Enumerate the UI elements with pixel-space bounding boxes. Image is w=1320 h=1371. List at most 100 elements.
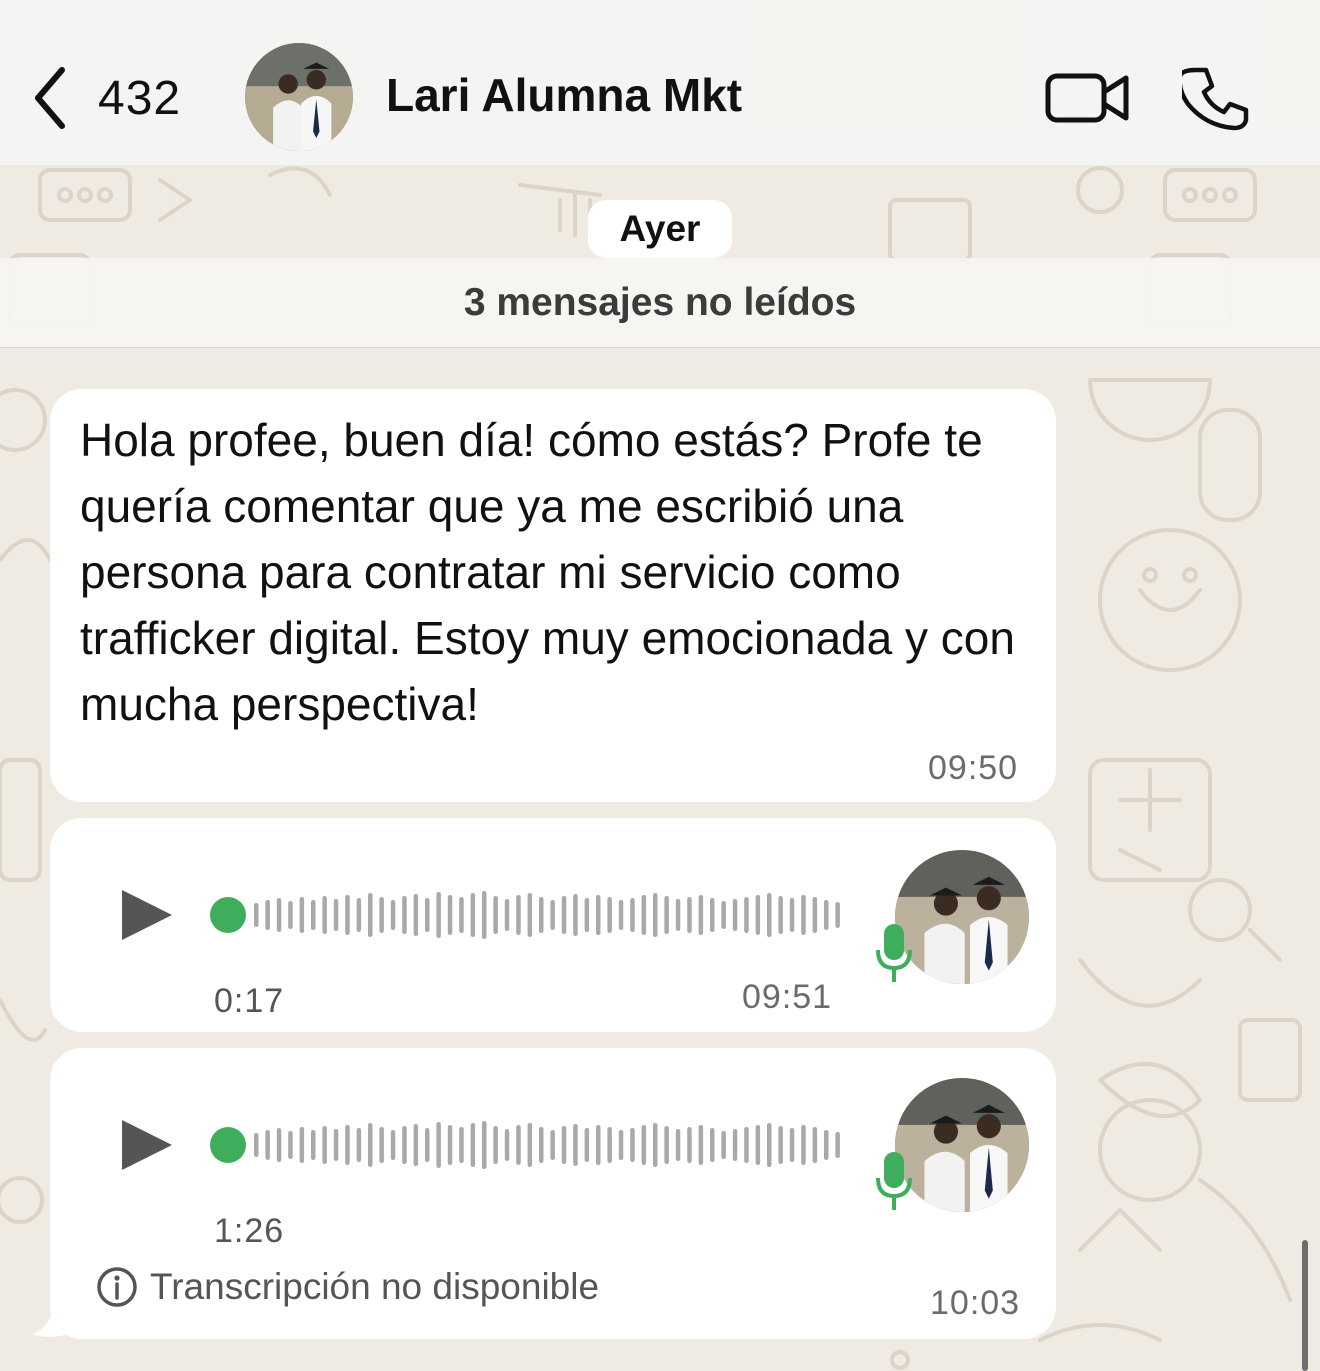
audio-waveform[interactable]: [210, 884, 840, 946]
incoming-text-message[interactable]: Hola profee, buen día! cómo estás? Profe…: [50, 389, 1056, 802]
waveform-bar: [824, 1130, 829, 1160]
waveform-bar: [470, 893, 476, 937]
waveform-bar: [299, 897, 305, 933]
waveform-bar: [812, 1127, 818, 1163]
play-icon: [122, 890, 172, 940]
waveform-bar: [630, 1128, 635, 1162]
waveform-bar: [265, 900, 270, 930]
waveform-bar: [413, 894, 419, 936]
waveform-bar: [493, 896, 498, 934]
waveform-bar: [390, 1130, 396, 1160]
waveform-bar: [824, 900, 829, 930]
waveform-bar: [436, 1122, 441, 1168]
waveform-bar: [596, 895, 601, 935]
chevron-left-icon: [35, 67, 65, 129]
waveform-bar: [573, 1124, 578, 1166]
waveform-bar: [755, 895, 761, 935]
waveform-bar: [333, 899, 339, 931]
waveform-bar: [710, 898, 715, 932]
message-text: Hola profee, buen día! cómo estás? Profe…: [80, 414, 1015, 730]
waveform-bar: [527, 1123, 533, 1167]
date-separator: Ayer: [588, 200, 732, 258]
waveform-bar: [447, 895, 453, 935]
waveform-bar: [687, 1127, 692, 1163]
waveform-bar: [550, 1130, 555, 1160]
waveform-bar: [653, 1123, 658, 1167]
waveform-bar: [379, 897, 384, 933]
message-time: 09:50: [928, 749, 1019, 787]
waveform-bar: [584, 898, 590, 932]
contact-avatar[interactable]: [245, 43, 353, 151]
play-icon: [122, 1120, 172, 1170]
playback-progress-dot[interactable]: [210, 897, 246, 933]
waveform-bar: [288, 901, 293, 929]
back-button[interactable]: 432: [30, 62, 210, 134]
phone-icon: [1177, 67, 1249, 131]
unread-messages-banner: 3 mensajes no leídos: [0, 258, 1320, 348]
unread-count: 432: [98, 71, 182, 125]
waveform-bar: [778, 1126, 783, 1164]
waveform-bar: [630, 898, 635, 932]
waveform-bar: [504, 1129, 510, 1161]
waveform-bar: [527, 893, 533, 937]
waveform-bar: [835, 902, 840, 928]
contact-name[interactable]: Lari Alumna Mkt: [386, 68, 742, 122]
video-call-button[interactable]: [1044, 66, 1132, 130]
sender-avatar: [895, 850, 1029, 984]
waveform-bar: [356, 1128, 362, 1162]
waveform-bar: [618, 1130, 624, 1160]
waveform-bar: [653, 893, 658, 937]
message-time: 10:03: [930, 1284, 1021, 1322]
incoming-voice-message[interactable]: 1:26 Transcripción no disponible 10:03: [50, 1048, 1056, 1339]
waveform-bar: [539, 1127, 544, 1163]
waveform-bar: [561, 896, 567, 934]
waveform-bar: [675, 1129, 681, 1161]
scrollbar[interactable]: [1302, 1240, 1308, 1371]
waveform-bar: [835, 1132, 840, 1158]
avatar-photo: [895, 850, 1029, 984]
waveform-bar: [413, 1124, 419, 1166]
info-icon: [97, 1267, 137, 1307]
microphone-icon: [876, 924, 912, 982]
waveform-bar: [801, 895, 806, 935]
waveform-bar: [368, 1123, 373, 1167]
waveform-bar: [265, 1130, 270, 1160]
waveform-bar: [459, 897, 464, 933]
waveform-bar: [664, 896, 669, 934]
waveform-bar: [322, 896, 327, 934]
waveform-bar: [687, 897, 692, 933]
waveform-bar: [402, 1126, 407, 1164]
waveform-bar: [368, 893, 373, 937]
waveform-bar: [641, 1125, 647, 1165]
waveform-bar: [288, 1131, 293, 1159]
play-button[interactable]: [116, 1114, 176, 1176]
waveform-bar: [675, 899, 681, 931]
voice-call-button[interactable]: [1177, 64, 1252, 134]
waveform-bar: [789, 898, 795, 932]
waveform-bar: [767, 893, 772, 937]
avatar-photo: [245, 43, 353, 151]
waveform-bar: [755, 1125, 761, 1165]
audio-duration: 1:26: [214, 1212, 285, 1250]
play-button[interactable]: [116, 884, 176, 946]
waveform-bar: [744, 1127, 749, 1163]
incoming-voice-message[interactable]: 0:17 09:51: [50, 818, 1056, 1032]
waveform-bar: [254, 1133, 259, 1157]
waveform-bar: [607, 1127, 612, 1163]
transcription-status[interactable]: Transcripción no disponible: [96, 1266, 599, 1308]
waveform-bar: [447, 1125, 453, 1165]
waveform-bar: [744, 897, 749, 933]
audio-waveform[interactable]: [210, 1114, 840, 1176]
playback-progress-dot[interactable]: [210, 1127, 246, 1163]
waveform-bar: [539, 897, 544, 933]
chat-header: 432 Lari Alumna Mkt: [0, 0, 1320, 165]
waveform-bar: [584, 1128, 590, 1162]
transcription-label: Transcripción no disponible: [150, 1266, 600, 1307]
waveform-bar: [504, 899, 510, 931]
waveform-bar: [276, 1128, 282, 1162]
waveform-bar: [379, 1127, 384, 1163]
audio-duration: 0:17: [214, 982, 285, 1020]
avatar-photo: [895, 1078, 1029, 1212]
microphone-icon: [876, 1152, 912, 1210]
waveform-bar: [698, 1125, 704, 1165]
